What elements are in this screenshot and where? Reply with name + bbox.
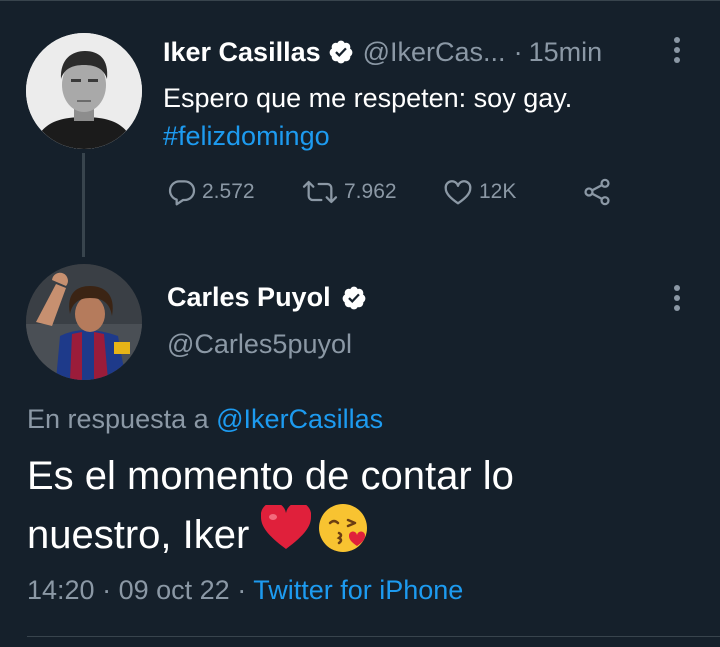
tweet2-client-link[interactable]: Twitter for iPhone bbox=[253, 575, 463, 605]
face-blowing-kiss-emoji-icon bbox=[317, 502, 369, 567]
tweet1-action-bar: 2.572 7.962 12K bbox=[0, 176, 720, 212]
tweet2-more-options-button[interactable] bbox=[666, 282, 688, 316]
more-vertical-icon bbox=[674, 37, 680, 63]
like-button[interactable]: 12K bbox=[441, 176, 516, 208]
tweet2-text-line2: nuestro, Iker bbox=[27, 512, 250, 557]
verified-badge-icon bbox=[341, 285, 367, 311]
tweet2-text-line2-row: nuestro, Iker bbox=[27, 502, 707, 567]
tweet2-author-name[interactable]: Carles Puyol bbox=[167, 282, 331, 313]
tweet2-date: 09 oct 22 bbox=[118, 575, 230, 605]
meta-separator: · bbox=[102, 575, 112, 605]
tweet2-time: 14:20 bbox=[27, 575, 95, 605]
reply-icon bbox=[168, 180, 196, 206]
avatar-photo bbox=[26, 33, 142, 149]
tweet1-timestamp[interactable]: 15min bbox=[529, 37, 603, 68]
share-icon bbox=[584, 178, 610, 206]
retweet-icon bbox=[302, 180, 338, 204]
replying-to-mention-link[interactable]: @IkerCasillas bbox=[216, 404, 383, 434]
reply-count: 2.572 bbox=[202, 180, 255, 203]
tweet2-author-name-row: Carles Puyol bbox=[167, 282, 367, 313]
red-heart-emoji-icon bbox=[261, 502, 312, 564]
avatar-photo bbox=[26, 264, 142, 380]
reply-button[interactable]: 2.572 bbox=[166, 176, 255, 208]
replying-to-line: En respuesta a @IkerCasillas bbox=[27, 404, 383, 435]
share-button[interactable] bbox=[580, 176, 614, 208]
iker-casillas-avatar[interactable] bbox=[26, 33, 142, 149]
tweet2-text-line1: Es el momento de contar lo bbox=[27, 454, 514, 498]
tweet1-header: Iker Casillas @IkerCas... · 15min bbox=[163, 34, 602, 70]
tweet2-text: Es el momento de contar lo nuestro, Iker bbox=[27, 450, 707, 567]
meta-separator: · bbox=[237, 575, 247, 605]
tweet1-separator: · bbox=[513, 36, 523, 67]
retweet-count: 7.962 bbox=[344, 180, 397, 203]
carles-puyol-avatar[interactable] bbox=[26, 264, 142, 380]
replying-to-label: En respuesta a bbox=[27, 404, 209, 434]
tweet1-more-options-button[interactable] bbox=[666, 34, 688, 68]
tweet1-text: Espero que me respeten: soy gay. bbox=[163, 83, 573, 113]
tweet2-meta-line: 14:20 · 09 oct 22 · Twitter for iPhone bbox=[27, 575, 463, 606]
top-divider bbox=[0, 0, 720, 1]
verified-badge-icon bbox=[328, 39, 354, 65]
more-vertical-icon bbox=[674, 285, 680, 311]
tweet1-author-name[interactable]: Iker Casillas bbox=[163, 37, 321, 68]
tweet1-author-handle[interactable]: @IkerCas... bbox=[363, 37, 506, 68]
tweet2-author-handle[interactable]: @Carles5puyol bbox=[167, 329, 352, 360]
bottom-divider bbox=[27, 636, 720, 637]
retweet-button[interactable]: 7.962 bbox=[300, 176, 397, 208]
like-count: 12K bbox=[479, 180, 517, 203]
tweet1-hashtag-link[interactable]: #felizdomingo bbox=[163, 118, 330, 154]
like-icon bbox=[444, 180, 472, 205]
